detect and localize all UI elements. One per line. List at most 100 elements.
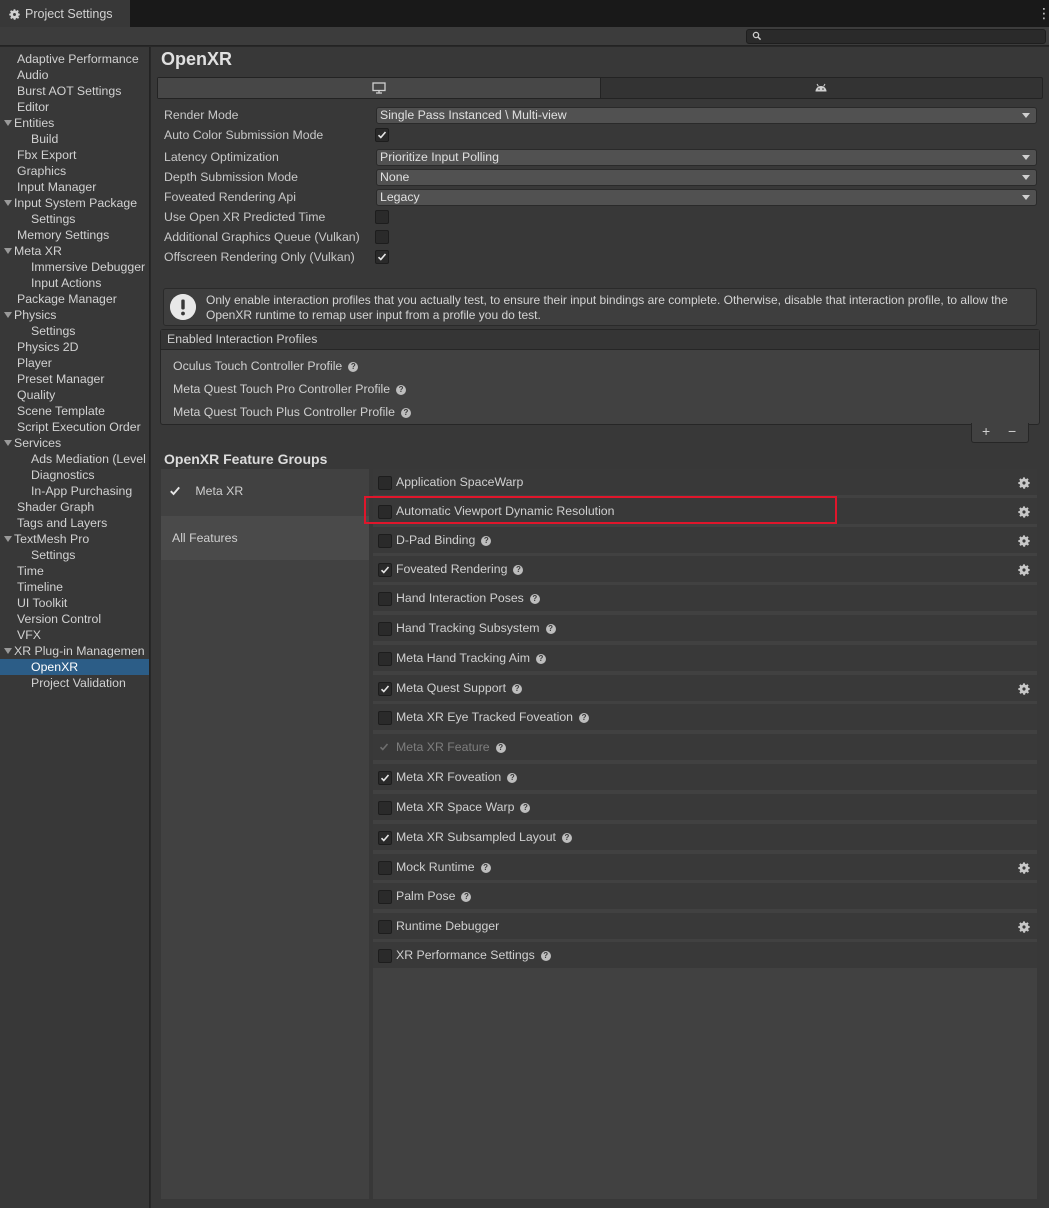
sidebar-item[interactable]: Diagnostics xyxy=(0,467,149,483)
help-icon[interactable]: ? xyxy=(396,384,407,395)
remove-profile-button[interactable]: − xyxy=(1008,423,1016,439)
feature-checkbox[interactable] xyxy=(378,652,392,666)
profile-item[interactable]: Meta Quest Touch Plus Controller Profile… xyxy=(173,405,411,419)
help-icon[interactable]: ? xyxy=(561,832,572,843)
sidebar-item[interactable]: Ads Mediation (Level xyxy=(0,451,149,467)
sidebar-item[interactable]: In-App Purchasing xyxy=(0,483,149,499)
gear-icon[interactable] xyxy=(1017,505,1031,519)
sidebar-item[interactable]: Preset Manager xyxy=(0,371,149,387)
feature-checkbox[interactable] xyxy=(378,890,392,904)
help-icon[interactable]: ? xyxy=(512,683,523,694)
gear-icon[interactable] xyxy=(1017,682,1031,696)
feature-checkbox[interactable] xyxy=(378,682,392,696)
add-profile-button[interactable]: + xyxy=(982,423,990,439)
gear-icon[interactable] xyxy=(1017,861,1031,875)
help-icon[interactable]: ? xyxy=(495,742,506,753)
sidebar-item[interactable]: Script Execution Order xyxy=(0,419,149,435)
foveated-rendering-api-dropdown[interactable]: Legacy xyxy=(376,189,1037,206)
auto-color-submission-checkbox[interactable] xyxy=(375,128,389,142)
feature-checkbox[interactable] xyxy=(378,801,392,815)
sidebar-item[interactable]: Meta XR xyxy=(0,243,149,259)
group-meta-xr[interactable]: Meta XR xyxy=(161,469,369,513)
sidebar-item[interactable]: Adaptive Performance xyxy=(0,51,149,67)
foldout-arrow-icon[interactable] xyxy=(4,248,12,255)
sidebar-item[interactable]: Settings xyxy=(0,547,149,563)
group-checkbox[interactable] xyxy=(168,484,182,498)
sidebar-item[interactable]: Tags and Layers xyxy=(0,515,149,531)
help-icon[interactable]: ? xyxy=(535,653,546,664)
feature-checkbox[interactable] xyxy=(378,949,392,963)
offscreen-rendering-checkbox[interactable] xyxy=(375,250,389,264)
help-icon[interactable]: ? xyxy=(507,772,518,783)
sidebar-item[interactable]: UI Toolkit xyxy=(0,595,149,611)
sidebar-item[interactable]: Time xyxy=(0,563,149,579)
foldout-arrow-icon[interactable] xyxy=(4,312,12,319)
help-icon[interactable]: ? xyxy=(481,535,492,546)
depth-submission-dropdown[interactable]: None xyxy=(376,169,1037,186)
foldout-arrow-icon[interactable] xyxy=(4,440,12,447)
feature-checkbox[interactable] xyxy=(378,505,392,519)
sidebar-item[interactable]: TextMesh Pro xyxy=(0,531,149,547)
gear-icon[interactable] xyxy=(1017,563,1031,577)
help-icon[interactable]: ? xyxy=(529,593,540,604)
tab-desktop[interactable] xyxy=(158,78,601,98)
predicted-time-checkbox[interactable] xyxy=(375,210,389,224)
latency-optimization-dropdown[interactable]: Prioritize Input Polling xyxy=(376,149,1037,166)
feature-checkbox[interactable] xyxy=(378,592,392,606)
sidebar-item[interactable]: Physics xyxy=(0,307,149,323)
gear-icon[interactable] xyxy=(1017,920,1031,934)
feature-checkbox[interactable] xyxy=(378,563,392,577)
feature-checkbox[interactable] xyxy=(378,831,392,845)
sidebar-item[interactable]: Input Actions xyxy=(0,275,149,291)
foldout-arrow-icon[interactable] xyxy=(4,120,12,127)
help-icon[interactable]: ? xyxy=(579,712,590,723)
sidebar-item[interactable]: Graphics xyxy=(0,163,149,179)
foldout-arrow-icon[interactable] xyxy=(4,536,12,543)
help-icon[interactable]: ? xyxy=(545,623,556,634)
sidebar-item[interactable]: Build xyxy=(0,131,149,147)
sidebar-item[interactable]: Project Validation xyxy=(0,675,149,691)
help-icon[interactable]: ? xyxy=(348,361,359,372)
feature-checkbox[interactable] xyxy=(378,534,392,548)
sidebar-item[interactable]: Package Manager xyxy=(0,291,149,307)
kebab-menu-icon[interactable]: ⋮ xyxy=(1037,6,1049,20)
feature-checkbox[interactable] xyxy=(378,771,392,785)
help-icon[interactable]: ? xyxy=(513,564,524,575)
sidebar-item[interactable]: Quality xyxy=(0,387,149,403)
sidebar-item[interactable]: Fbx Export xyxy=(0,147,149,163)
sidebar-item[interactable]: Scene Template xyxy=(0,403,149,419)
sidebar-item[interactable]: Editor xyxy=(0,99,149,115)
sidebar-item[interactable]: Audio xyxy=(0,67,149,83)
sidebar-item[interactable]: Player xyxy=(0,355,149,371)
sidebar-item[interactable]: Settings xyxy=(0,211,149,227)
search-input[interactable] xyxy=(746,29,1046,44)
help-icon[interactable]: ? xyxy=(461,891,472,902)
sidebar-item[interactable]: Shader Graph xyxy=(0,499,149,515)
sidebar-item[interactable]: Memory Settings xyxy=(0,227,149,243)
help-icon[interactable]: ? xyxy=(400,407,411,418)
render-mode-dropdown[interactable]: Single Pass Instanced \ Multi-view xyxy=(376,107,1037,124)
sidebar-item[interactable]: Services xyxy=(0,435,149,451)
sidebar-item[interactable]: Input Manager xyxy=(0,179,149,195)
feature-checkbox[interactable] xyxy=(378,920,392,934)
foldout-arrow-icon[interactable] xyxy=(4,200,12,207)
sidebar-item[interactable]: Settings xyxy=(0,323,149,339)
feature-checkbox[interactable] xyxy=(378,711,392,725)
foldout-arrow-icon[interactable] xyxy=(4,648,12,655)
sidebar-item[interactable]: OpenXR xyxy=(0,659,149,675)
graphics-queue-checkbox[interactable] xyxy=(375,230,389,244)
tab-android[interactable] xyxy=(601,78,1043,98)
sidebar-item[interactable]: Input System Package xyxy=(0,195,149,211)
feature-checkbox[interactable] xyxy=(378,861,392,875)
gear-icon[interactable] xyxy=(1017,534,1031,548)
project-settings-tab[interactable]: Project Settings xyxy=(0,0,130,28)
sidebar-item[interactable]: Version Control xyxy=(0,611,149,627)
feature-checkbox[interactable] xyxy=(378,476,392,490)
group-all-features[interactable]: All Features xyxy=(161,516,369,560)
sidebar-item[interactable]: Burst AOT Settings xyxy=(0,83,149,99)
profile-item[interactable]: Meta Quest Touch Pro Controller Profile? xyxy=(173,382,407,396)
sidebar-item[interactable]: Timeline xyxy=(0,579,149,595)
sidebar-item[interactable]: Physics 2D xyxy=(0,339,149,355)
help-icon[interactable]: ? xyxy=(480,862,491,873)
gear-icon[interactable] xyxy=(1017,476,1031,490)
